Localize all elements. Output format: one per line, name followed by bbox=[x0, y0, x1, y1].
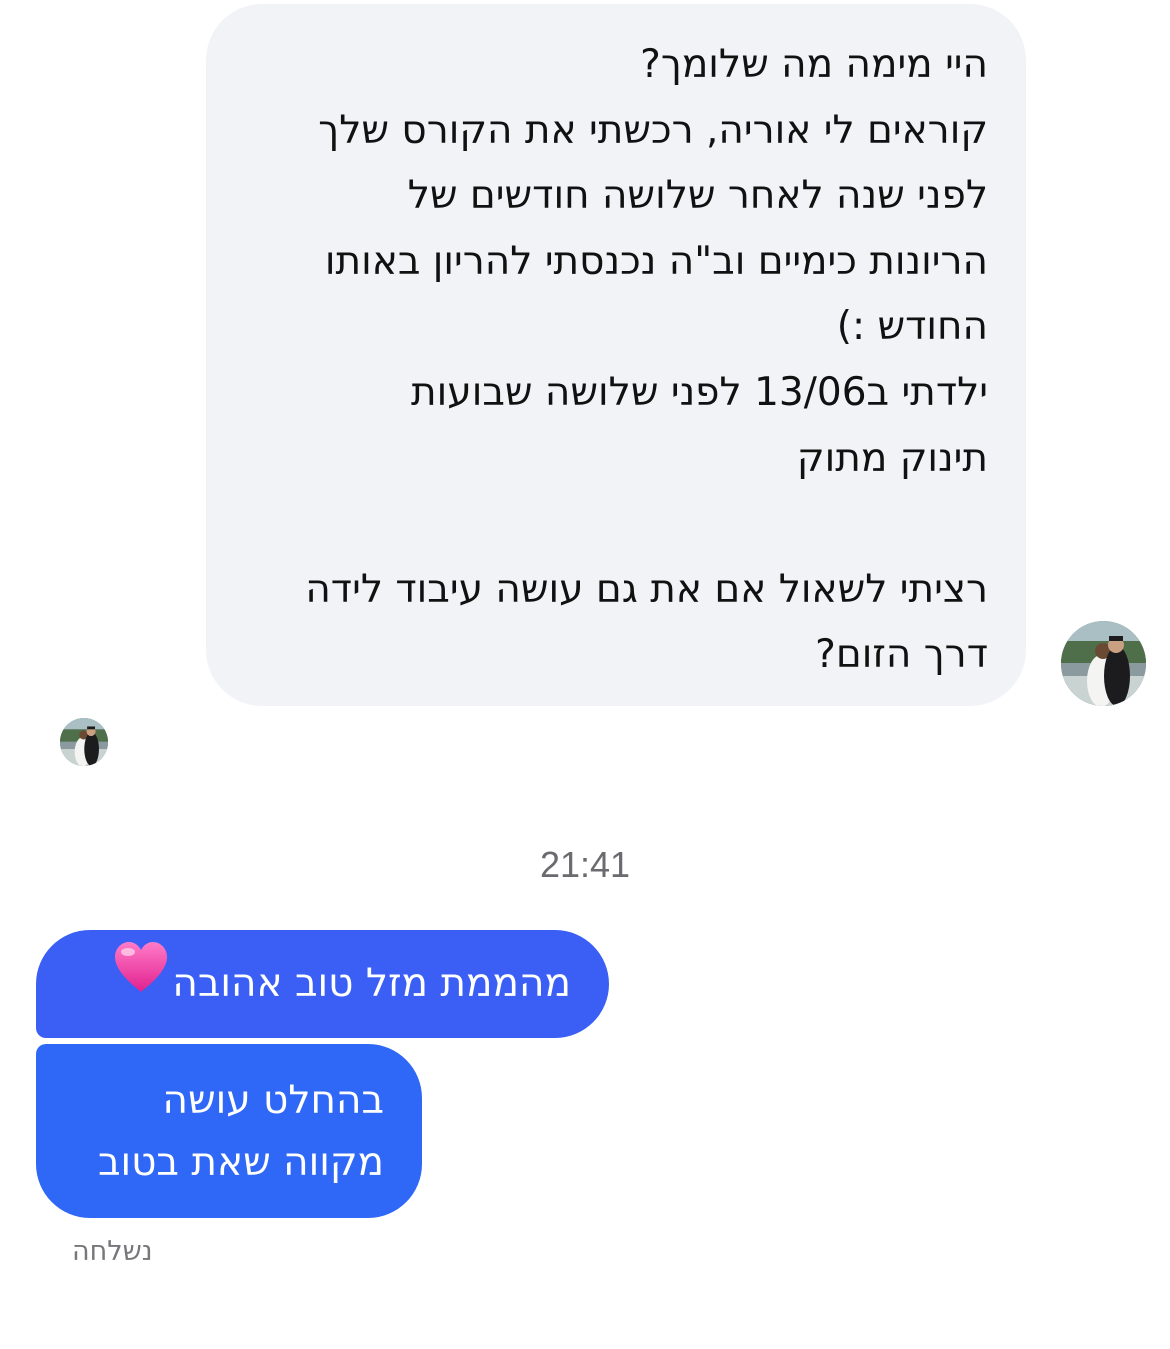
delivery-status: נשלחה bbox=[72, 1236, 153, 1267]
message-timestamp: 21:41 bbox=[539, 844, 631, 885]
message-line: לפני שנה לאחר שלושה חודשים של bbox=[407, 173, 988, 219]
message-text: מהממת מזל טוב אהובה bbox=[172, 961, 571, 1006]
outgoing-message-bubble[interactable]: מהממת מזל טוב אהובה bbox=[36, 930, 609, 1038]
message-line: בהחלט עושה bbox=[162, 1078, 384, 1123]
message-line: הריונות כימיים וב"ה נכנסתי להריון באותו bbox=[324, 238, 988, 284]
message-line: רציתי לשאול אם את גם עושה עיבוד לידה bbox=[305, 566, 988, 612]
sender-avatar[interactable] bbox=[1061, 621, 1146, 706]
avatar-photo bbox=[1061, 621, 1146, 706]
message-line: ילדתי ב13/06 לפני שלושה שבועות bbox=[411, 369, 988, 415]
message-line: קוראים לי אוריה, רכשתי את הקורס שלך bbox=[318, 107, 988, 153]
message-line: דרך הזום? bbox=[815, 632, 988, 678]
incoming-message-bubble[interactable]: היי מימה מה שלומך? קוראים לי אוריה, רכשת… bbox=[206, 4, 1026, 706]
heart-icon bbox=[112, 928, 170, 1036]
avatar-photo bbox=[60, 718, 108, 766]
message-line-empty bbox=[242, 491, 988, 557]
message-line: החודש :) bbox=[836, 304, 988, 350]
message-line: מקווה שאת בטוב bbox=[97, 1140, 384, 1185]
message-line: תינוק מתוק bbox=[796, 435, 988, 481]
read-receipt-avatar bbox=[60, 718, 108, 766]
outgoing-message-bubble[interactable]: בהחלט עושה מקווה שאת בטוב bbox=[36, 1044, 422, 1218]
message-line: היי מימה מה שלומך? bbox=[640, 42, 988, 87]
